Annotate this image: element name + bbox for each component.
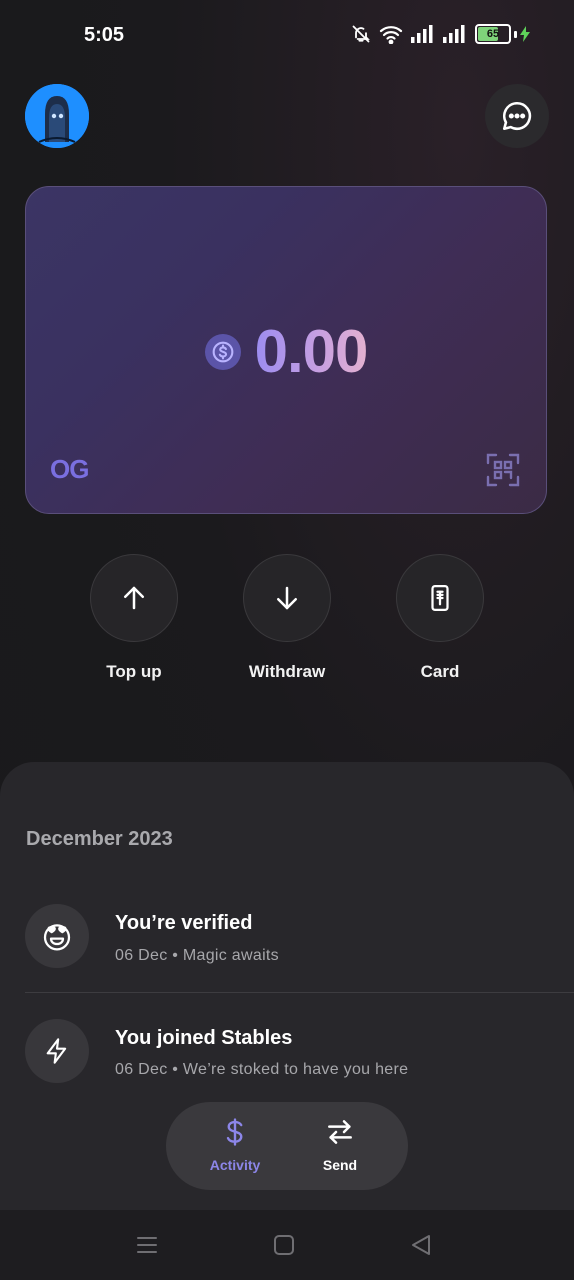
balance-amount: 0.00 — [254, 318, 369, 385]
withdraw-label: Withdraw — [248, 662, 326, 681]
charging-icon — [520, 26, 530, 42]
chat-bubble-icon — [502, 101, 532, 131]
floating-nav: Activity Send — [166, 1102, 408, 1190]
chat-button[interactable] — [485, 84, 549, 148]
avatar[interactable] — [25, 84, 89, 148]
arrow-up-icon — [124, 586, 144, 610]
activity-subtitle: 06 Dec • Magic awaits — [115, 947, 279, 964]
menu-icon[interactable] — [136, 1234, 158, 1256]
activity-title: You’re verified — [115, 912, 253, 934]
swap-icon — [328, 1120, 352, 1144]
nav-send-label: Send — [322, 1157, 358, 1173]
balance-display: 0.00 — [26, 317, 546, 386]
balance-card[interactable]: 0.00 OG — [25, 186, 547, 514]
ghost-avatar-icon — [25, 84, 89, 148]
signal-icon-2 — [443, 25, 465, 43]
top-up-button[interactable] — [90, 554, 178, 642]
battery-indicator: 65 — [475, 24, 530, 44]
usdc-coin-icon — [204, 333, 241, 370]
arrow-down-icon — [277, 586, 297, 610]
back-triangle-icon[interactable] — [410, 1234, 432, 1256]
card-action[interactable]: Card — [370, 554, 510, 682]
dollar-icon — [226, 1118, 243, 1146]
nav-activity-label: Activity — [209, 1157, 261, 1173]
heart-eyes-icon — [25, 904, 89, 968]
home-square-icon[interactable] — [273, 1234, 295, 1256]
card-button[interactable] — [396, 554, 484, 642]
activity-month-header: December 2023 — [26, 828, 173, 850]
nav-activity[interactable]: Activity — [190, 1116, 280, 1173]
status-bar: 5:05 65 — [0, 0, 574, 72]
wifi-icon — [379, 26, 403, 44]
battery-level: 65 — [486, 28, 500, 40]
system-nav-bar — [0, 1210, 574, 1280]
activity-subtitle: 06 Dec • We’re stoked to have you here — [115, 1061, 409, 1078]
top-up-label: Top up — [106, 662, 162, 681]
signal-icon — [411, 25, 433, 43]
qr-scan-icon[interactable] — [486, 453, 520, 487]
nav-send[interactable]: Send — [295, 1116, 385, 1173]
status-time: 5:05 — [84, 24, 125, 46]
status-icons: 65 — [351, 24, 530, 44]
bell-muted-icon — [352, 25, 370, 43]
withdraw-action[interactable]: Withdraw — [217, 554, 357, 682]
card-label: Card — [420, 662, 460, 681]
card-icon — [431, 585, 449, 611]
activity-title: You joined Stables — [115, 1027, 293, 1049]
brand-logo: OG — [50, 454, 89, 484]
bolt-icon — [25, 1019, 89, 1083]
withdraw-button[interactable] — [243, 554, 331, 642]
top-up-action[interactable]: Top up — [64, 554, 204, 682]
activity-divider — [25, 992, 574, 993]
